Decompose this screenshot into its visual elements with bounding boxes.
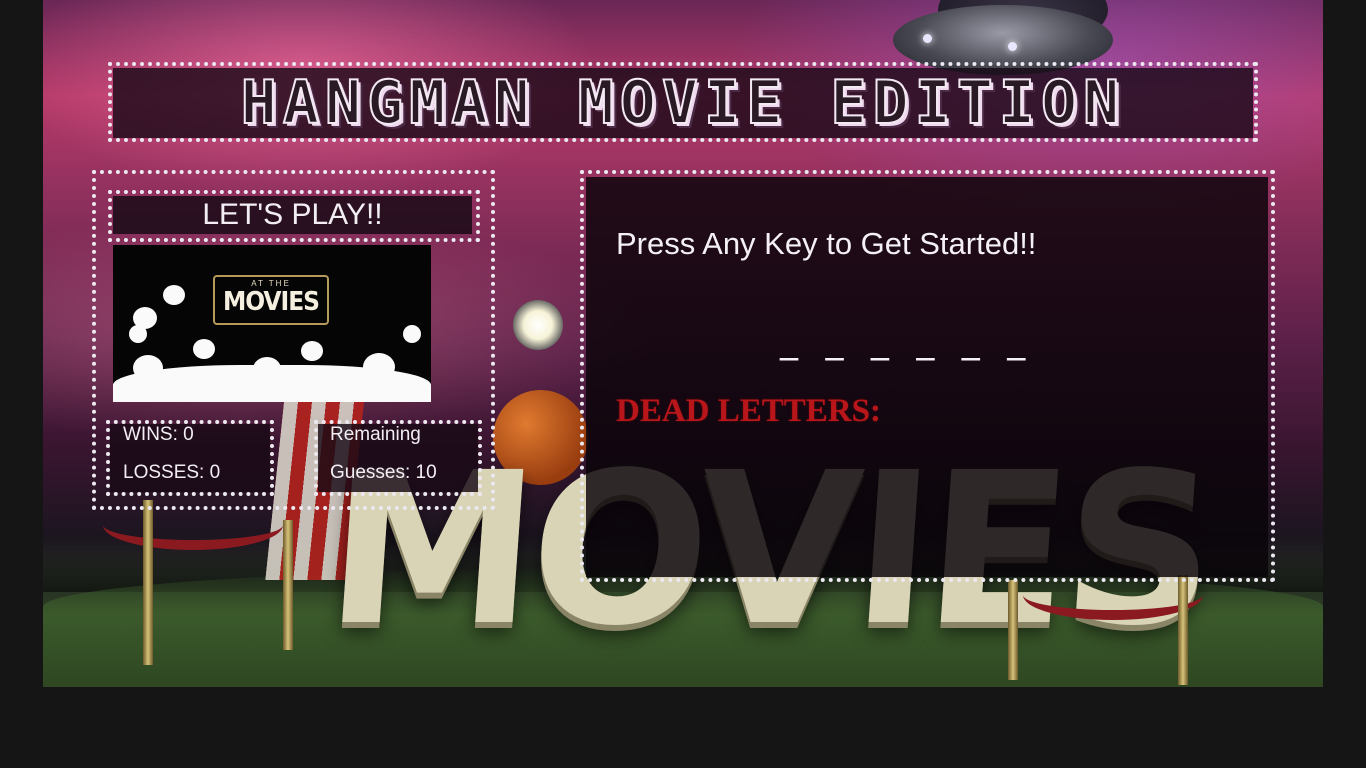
ticket-logo: AT THE MOVIES xyxy=(213,275,329,325)
rope-post xyxy=(283,520,293,650)
rope-post xyxy=(1178,575,1188,685)
ufo-light xyxy=(923,34,932,43)
popcorn-puff xyxy=(301,341,323,361)
word-blanks: _ _ _ _ _ _ xyxy=(780,320,1034,361)
start-prompt: Press Any Key to Get Started!! xyxy=(616,226,1037,261)
dead-letters-label: DEAD LETTERS: xyxy=(616,393,881,429)
ufo-light xyxy=(1008,42,1017,51)
popcorn-puff xyxy=(253,357,281,381)
losses-counter: LOSSES: 0 xyxy=(123,462,221,483)
popcorn-puff xyxy=(163,285,185,305)
page-title: HANGMAN MOVIE EDITION xyxy=(240,67,1126,139)
lets-play-heading: LET'S PLAY!! xyxy=(113,196,472,234)
popcorn-puff xyxy=(363,353,395,381)
poster-movies: MOVIES xyxy=(222,287,320,317)
popcorn-puff xyxy=(133,355,163,381)
rope-post xyxy=(143,500,153,665)
popcorn-puff xyxy=(403,325,421,343)
at-the-movies-poster: AT THE MOVIES xyxy=(113,245,431,402)
popcorn-puff xyxy=(193,339,215,359)
popcorn-puff xyxy=(129,325,147,343)
guesses-counter: Guesses: 10 xyxy=(330,462,437,483)
rope-post xyxy=(1008,580,1018,680)
remaining-label: Remaining xyxy=(330,424,421,445)
wins-counter: WINS: 0 xyxy=(123,424,194,445)
title-banner: HANGMAN MOVIE EDITION xyxy=(113,67,1253,139)
spotlight-image xyxy=(513,300,563,350)
